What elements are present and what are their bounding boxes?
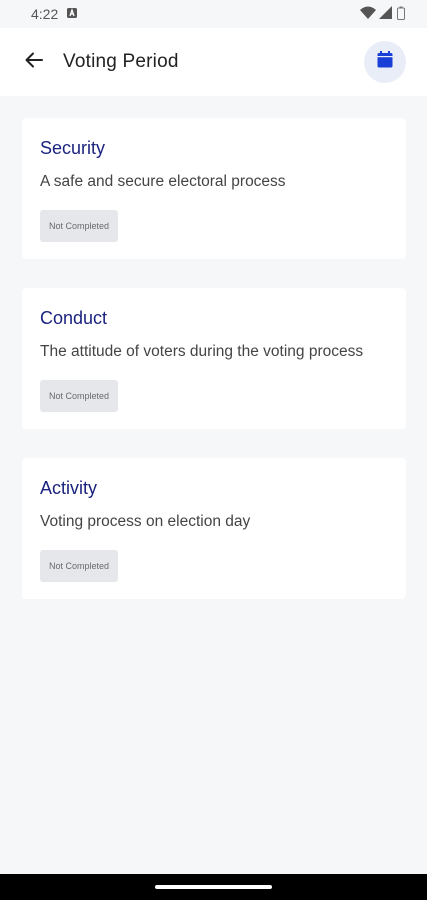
card-activity[interactable]: Activity Voting process on election day …: [22, 458, 406, 599]
page-title: Voting Period: [63, 51, 179, 72]
card-title: Activity: [40, 478, 98, 498]
home-indicator[interactable]: [155, 885, 272, 889]
card-conduct[interactable]: Conduct The attitude of voters during th…: [22, 288, 406, 429]
status-badge: Not Completed: [40, 210, 119, 242]
card-description: A safe and secure electoral process: [40, 173, 286, 190]
navigation-bar: [0, 874, 427, 900]
card-description: Voting process on election day: [40, 513, 251, 530]
battery-icon: [397, 6, 405, 23]
status-badge: Not Completed: [40, 550, 119, 582]
card-title: Conduct: [40, 308, 108, 328]
card-title: Security: [40, 138, 106, 158]
card-description: The attitude of voters during the voting…: [40, 343, 364, 360]
arrow-left-icon: [25, 52, 43, 73]
back-button[interactable]: [22, 50, 46, 74]
card-list: Security A safe and secure electoral pro…: [22, 118, 406, 628]
wifi-icon: [360, 6, 376, 23]
app-bar: Voting Period: [0, 28, 427, 96]
status-badge: Not Completed: [40, 380, 119, 412]
status-time: 4:22: [31, 6, 59, 22]
calendar-button[interactable]: [364, 41, 406, 83]
status-bar: 4:22: [0, 0, 427, 28]
card-security[interactable]: Security A safe and secure electoral pro…: [22, 118, 406, 259]
signal-icon: [379, 6, 392, 22]
calendar-icon: [377, 51, 393, 73]
notification-icon: [66, 6, 78, 22]
